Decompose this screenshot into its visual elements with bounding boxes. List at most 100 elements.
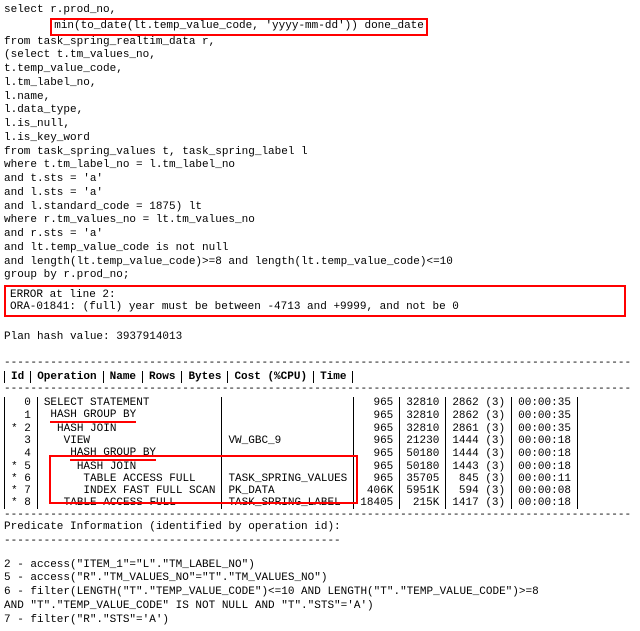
sql-line: from task_spring_realtim_data r, (4, 36, 636, 50)
sql-line: l.name, (4, 91, 636, 105)
plan-cell: * 8 (5, 497, 38, 509)
sql-line: and length(lt.temp_value_code)>=8 and le… (4, 256, 636, 270)
plan-cell: 965 (354, 423, 400, 435)
plan-cell (222, 409, 354, 423)
plan-cell: SELECT STATEMENT (37, 397, 222, 409)
plan-cell: 1 (5, 409, 38, 423)
sql-line: t.temp_value_code, (4, 63, 636, 77)
sql-line: l.tm_label_no, (4, 77, 636, 91)
execution-plan-table: Id Operation Name Rows Bytes Cost (%CPU)… (4, 371, 353, 383)
plan-cell: 965 (354, 461, 400, 473)
plan-cell: TABLE ACCESS FULL (37, 473, 222, 485)
plan-cell: TASK_SPRING_LABEL (222, 497, 354, 509)
plan-cell: 32810 (400, 423, 446, 435)
plan-cell: 00:00:35 (512, 409, 578, 423)
plan-cell: 32810 (400, 409, 446, 423)
col-bytes: Bytes (182, 371, 228, 383)
sql-line: select r.prod_no, (4, 4, 636, 18)
plan-cell: 5951K (400, 485, 446, 497)
plan-cell: 965 (354, 473, 400, 485)
sql-line: (select t.tm_values_no, (4, 49, 636, 63)
plan-cell: 00:00:08 (512, 485, 578, 497)
error-box: ERROR at line 2: ORA-01841: (full) year … (4, 285, 626, 317)
predicate-line: AND "T"."TEMP_VALUE_CODE" IS NOT NULL AN… (4, 600, 636, 614)
plan-cell: PK_DATA (222, 485, 354, 497)
plan-cell: TASK_SPRING_VALUES (222, 473, 354, 485)
col-time: Time (314, 371, 353, 383)
predicate-line: 6 - filter(LENGTH("T"."TEMP_VALUE_CODE")… (4, 586, 636, 600)
plan-hash: Plan hash value: 3937914013 (4, 331, 636, 345)
plan-cell: 1444 (3) (446, 447, 512, 461)
sql-line: min(to_date(lt.temp_value_code, 'yyyy-mm… (4, 18, 636, 36)
plan-row: * 5 HASH JOIN965501801443 (3)00:00:18 (5, 461, 578, 473)
sql-line: l.data_type, (4, 104, 636, 118)
sql-line: and t.sts = 'a' (4, 173, 636, 187)
execution-plan-body: 0SELECT STATEMENT965328102862 (3)00:00:3… (4, 397, 578, 509)
plan-cell: 845 (3) (446, 473, 512, 485)
plan-row: * 7 INDEX FAST FULL SCANPK_DATA406K5951K… (5, 485, 578, 497)
plan-cell: 18405 (354, 497, 400, 509)
plan-cell: * 5 (5, 461, 38, 473)
plan-cell: 215K (400, 497, 446, 509)
sql-line: and l.sts = 'a' (4, 187, 636, 201)
plan-cell: 4 (5, 447, 38, 461)
plan-cell: HASH GROUP BY (37, 447, 222, 461)
plan-cell: 2862 (3) (446, 397, 512, 409)
plan-cell: 00:00:11 (512, 473, 578, 485)
error-line: ERROR at line 2: (10, 289, 620, 301)
plan-cell: 00:00:18 (512, 461, 578, 473)
sql-line: where r.tm_values_no = lt.tm_values_no (4, 214, 636, 228)
plan-cell: 00:00:35 (512, 397, 578, 409)
plan-cell: 406K (354, 485, 400, 497)
sql-line: l.is_null, (4, 118, 636, 132)
plan-cell: * 2 (5, 423, 38, 435)
plan-row: 0SELECT STATEMENT 965328102862 (3)00:00:3… (5, 397, 578, 409)
plan-border: ----------------------------------------… (4, 357, 634, 369)
plan-cell: 32810 (400, 397, 446, 409)
plan-cell: 1443 (3) (446, 461, 512, 473)
plan-row: * 8 TABLE ACCESS FULLTASK_SPRING_LABEL18… (5, 497, 578, 509)
plan-cell: 0 (5, 397, 38, 409)
highlight-box: min(to_date(lt.temp_value_code, 'yyyy-mm… (50, 18, 428, 36)
plan-border: ----------------------------------------… (4, 509, 634, 521)
predicate-line: 7 - filter("R"."STS"='A') (4, 614, 636, 628)
plan-cell: TABLE ACCESS FULL (37, 497, 222, 509)
plan-cell: 21230 (400, 435, 446, 447)
plan-cell: INDEX FAST FULL SCAN (37, 485, 222, 497)
plan-cell: HASH JOIN (37, 423, 222, 435)
plan-cell: 3 (5, 435, 38, 447)
plan-cell: 50180 (400, 447, 446, 461)
plan-cell: 594 (3) (446, 485, 512, 497)
plan-cell: VIEW (37, 435, 222, 447)
plan-cell: 965 (354, 409, 400, 423)
col-cost: Cost (%CPU) (228, 371, 314, 383)
plan-cell: 965 (354, 397, 400, 409)
plan-row: * 6 TABLE ACCESS FULLTASK_SPRING_VALUES9… (5, 473, 578, 485)
plan-cell: 00:00:18 (512, 447, 578, 461)
col-op: Operation (31, 371, 103, 383)
col-rows: Rows (143, 371, 182, 383)
plan-cell: 2862 (3) (446, 409, 512, 423)
plan-cell (222, 447, 354, 461)
plan-cell: 35705 (400, 473, 446, 485)
predicate-line: 2 - access("ITEM_1"="L"."TM_LABEL_NO") (4, 559, 636, 573)
sql-line: where t.tm_label_no = l.tm_label_no (4, 159, 636, 173)
plan-row: 1 HASH GROUP BY965328102862 (3)00:00:35 (5, 409, 578, 423)
plan-cell: 00:00:35 (512, 423, 578, 435)
plan-cell (222, 397, 354, 409)
sql-line: and lt.temp_value_code is not null (4, 242, 636, 256)
col-id: Id (5, 371, 31, 383)
plan-cell: 1444 (3) (446, 435, 512, 447)
plan-cell (222, 461, 354, 473)
plan-row: 4 HASH GROUP BY965501801444 (3)00:00:18 (5, 447, 578, 461)
plan-row: 3 VIEWVW_GBC_9965212301444 (3)00:00:18 (5, 435, 578, 447)
predicate-line: 5 - access("R"."TM_VALUES_NO"="T"."TM_VA… (4, 572, 636, 586)
sql-line: group by r.prod_no; (4, 269, 636, 283)
plan-cell: * 6 (5, 473, 38, 485)
plan-cell: HASH JOIN (37, 461, 222, 473)
col-name: Name (103, 371, 142, 383)
plan-header-row: Id Operation Name Rows Bytes Cost (%CPU)… (5, 371, 353, 383)
sql-line: and l.standard_code = 1875) lt (4, 201, 636, 215)
plan-cell: 00:00:18 (512, 497, 578, 509)
plan-cell: 2861 (3) (446, 423, 512, 435)
